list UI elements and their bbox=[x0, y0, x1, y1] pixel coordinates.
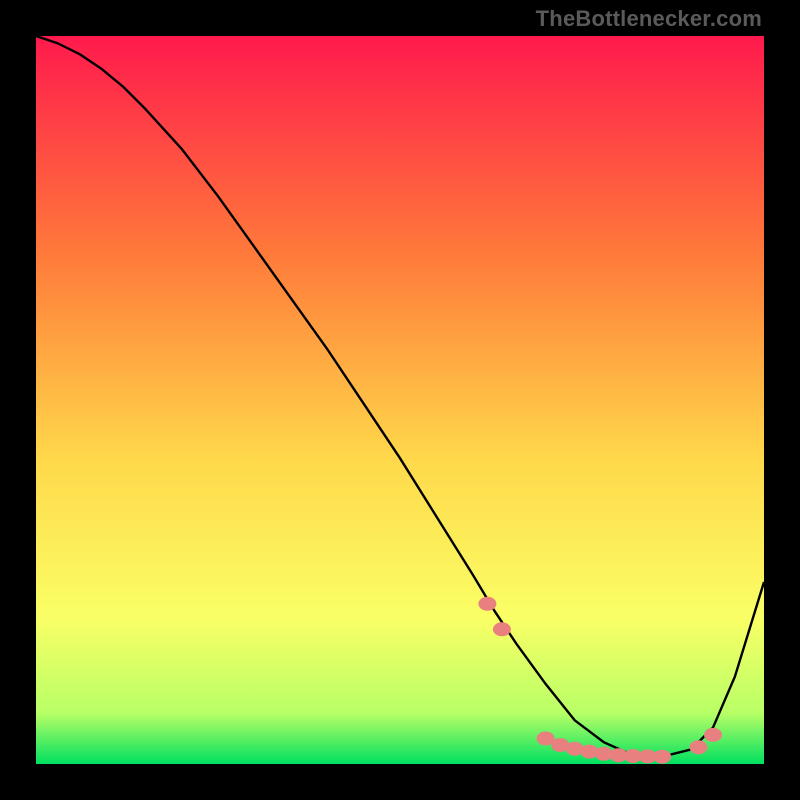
data-marker bbox=[690, 740, 708, 754]
data-marker bbox=[493, 622, 511, 636]
chart-frame: TheBottlenecker.com bbox=[0, 0, 800, 800]
data-marker bbox=[478, 597, 496, 611]
attribution-text: TheBottlenecker.com bbox=[536, 6, 762, 32]
chart-plot bbox=[36, 36, 764, 764]
data-marker bbox=[704, 728, 722, 742]
data-marker bbox=[653, 750, 671, 764]
gradient-background bbox=[36, 36, 764, 764]
